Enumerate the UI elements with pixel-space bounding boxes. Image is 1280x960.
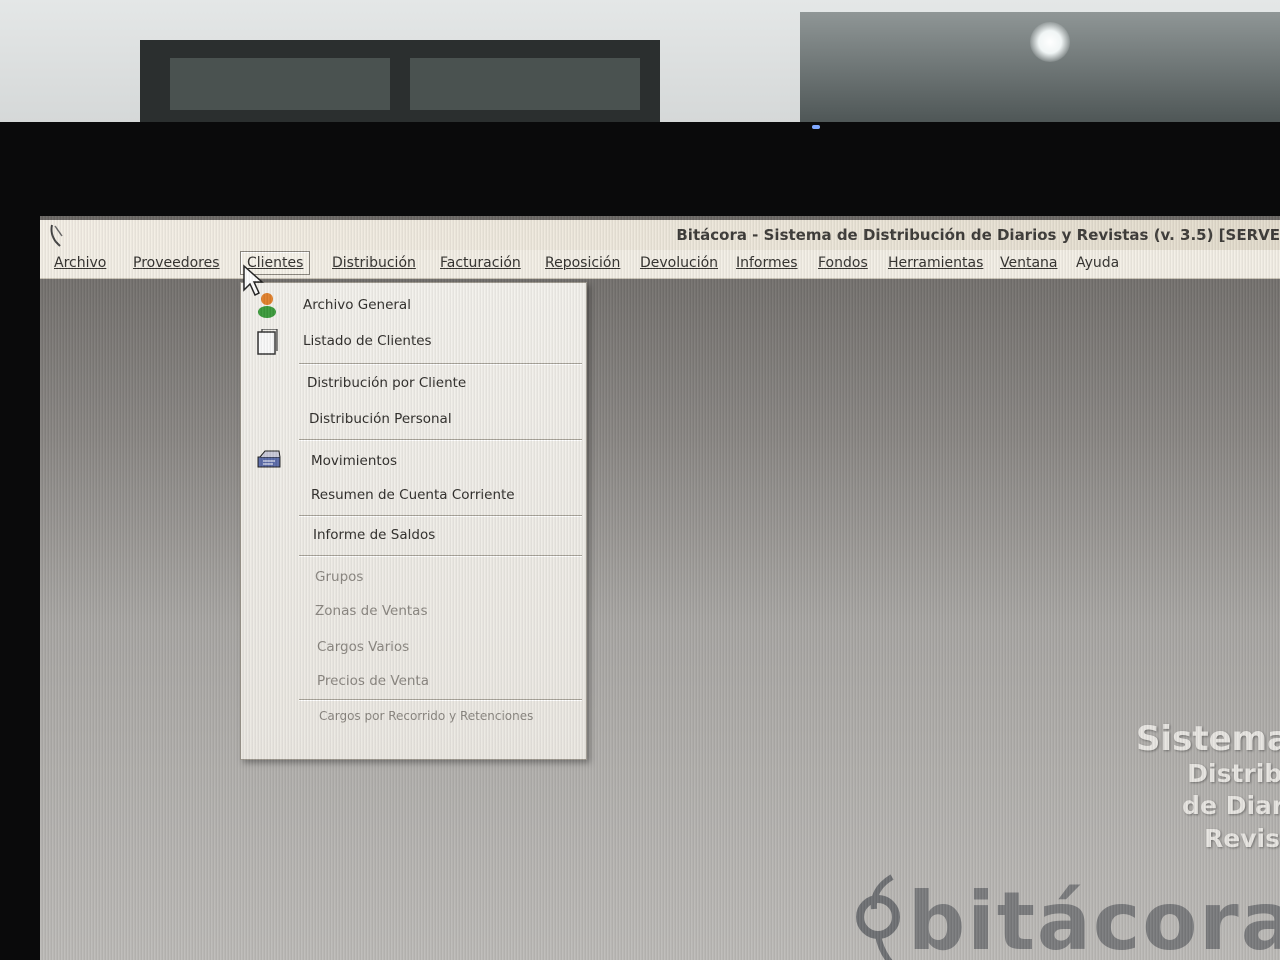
splash-line-1: Sistema (1135, 719, 1280, 759)
menu-archivo[interactable]: Archivo (54, 255, 106, 271)
menu-item-cargos-varios[interactable]: Cargos Varios (317, 639, 409, 655)
background-window (140, 40, 660, 125)
menu-proveedores[interactable]: Proveedores (133, 255, 220, 271)
app-icon[interactable] (46, 222, 70, 248)
menu-item-distribucion-personal[interactable]: Distribución Personal (309, 411, 452, 427)
menu-facturacion[interactable]: Facturación (440, 255, 521, 271)
menu-distribucion[interactable]: Distribución (332, 255, 416, 271)
background-room (0, 0, 1280, 140)
power-led (812, 125, 820, 129)
menu-item-archivo-general[interactable]: Archivo General (303, 297, 411, 313)
menu-separator (299, 363, 582, 365)
menu-ayuda[interactable]: Ayuda (1076, 255, 1119, 271)
menu-separator (299, 515, 582, 517)
menu-bar: Archivo Proveedores Clientes Distribució… (40, 250, 1280, 279)
menu-item-informe-saldos[interactable]: Informe de Saldos (313, 527, 435, 543)
logo-magnifier-icon (856, 874, 900, 960)
document-icon (257, 329, 278, 355)
clientes-dropdown-menu: Archivo General Listado de Clientes Dist… (240, 282, 587, 760)
bitacora-logo: bitácora (852, 869, 1280, 960)
menu-reposicion[interactable]: Reposición (545, 255, 620, 271)
menu-separator (299, 699, 582, 701)
screen: Bitácora - Sistema de Distribución de Di… (40, 216, 1280, 960)
ledger-icon (257, 450, 281, 468)
menu-separator (299, 439, 582, 441)
menu-item-zonas-ventas[interactable]: Zonas de Ventas (315, 603, 427, 619)
menu-item-resumen-cuenta-corriente[interactable]: Resumen de Cuenta Corriente (311, 487, 515, 503)
menu-fondos[interactable]: Fondos (818, 255, 868, 271)
menu-informes[interactable]: Informes (736, 255, 798, 271)
splash-line-2: Distribu (1187, 759, 1280, 788)
title-bar: Bitácora - Sistema de Distribución de Di… (40, 220, 1280, 250)
menu-item-movimientos[interactable]: Movimientos (311, 453, 397, 469)
menu-separator (299, 555, 582, 557)
menu-item-precios-venta[interactable]: Precios de Venta (317, 673, 429, 689)
menu-devolucion[interactable]: Devolución (640, 255, 718, 271)
splash-line-4: Revis (1204, 824, 1280, 853)
menu-herramientas[interactable]: Herramientas (888, 255, 983, 271)
menu-item-listado-clientes[interactable]: Listado de Clientes (303, 333, 432, 349)
menu-ventana[interactable]: Ventana (1000, 255, 1058, 271)
ceiling-lamp (1030, 22, 1070, 62)
menu-item-grupos[interactable]: Grupos (315, 569, 363, 585)
splash-line-3: de Diario (1182, 791, 1280, 820)
menu-item-distribucion-cliente[interactable]: Distribución por Cliente (307, 375, 466, 391)
window-title: Bitácora - Sistema de Distribución de Di… (676, 226, 1280, 244)
mdi-desktop: Sistema Distribu de Diario Revis bitácor… (40, 279, 1280, 960)
logo-text: bitácora (908, 875, 1280, 960)
mouse-cursor-icon (243, 264, 264, 297)
menu-item-cargos-recorrido-retenciones[interactable]: Cargos por Recorrido y Retenciones (319, 709, 533, 723)
